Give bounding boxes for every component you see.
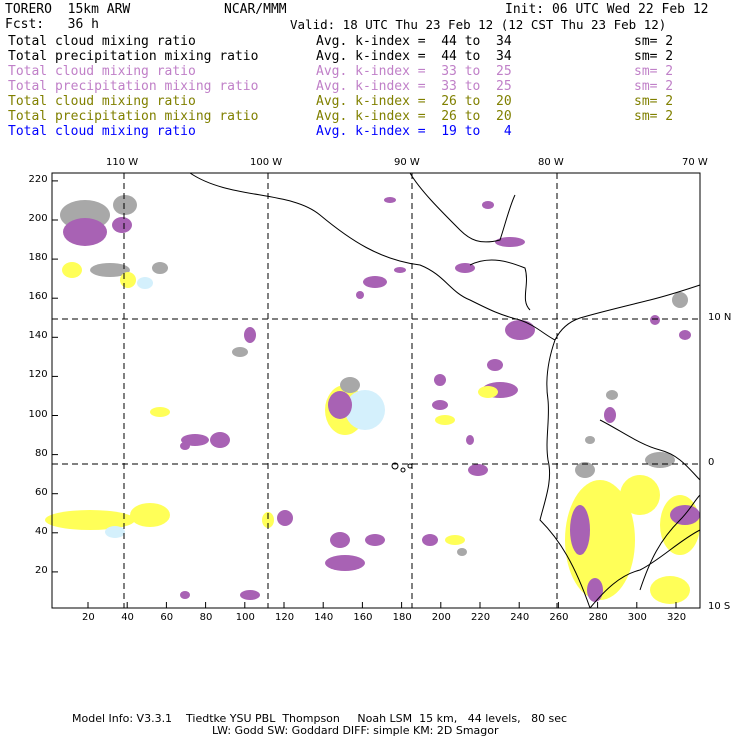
purple-shading-region xyxy=(210,432,230,448)
x-tick-label: 160 xyxy=(353,612,373,623)
y-tick-label: 140 xyxy=(28,330,48,342)
y-tick-label: 40 xyxy=(35,525,48,537)
purple-shading-region xyxy=(570,505,590,555)
yellow-shading-region xyxy=(620,475,660,515)
x-tick-label: 40 xyxy=(121,612,134,623)
gray-shading-region xyxy=(672,292,688,308)
yellow-shading-region xyxy=(62,262,82,278)
gray-shading-region xyxy=(606,390,618,400)
x-tick-label: 280 xyxy=(588,612,608,623)
yellow-shading-region xyxy=(650,576,690,604)
purple-shading-region xyxy=(363,276,387,288)
x-tick-label: 220 xyxy=(471,612,491,623)
yellow-shading-region xyxy=(45,510,135,530)
purple-shading-region xyxy=(466,435,474,445)
purple-shading-region xyxy=(244,327,256,343)
y-tick-label: 20 xyxy=(35,564,48,576)
purple-shading-region xyxy=(328,391,352,419)
y-tick-label: 100 xyxy=(28,408,48,420)
longitude-label: 90 W xyxy=(394,157,420,168)
latitude-label: 10 S xyxy=(708,601,731,612)
cyan-shading-region xyxy=(137,277,153,289)
x-tick-label: 80 xyxy=(199,612,213,623)
longitude-label: 80 W xyxy=(538,157,564,168)
longitude-label: 100 W xyxy=(250,157,283,168)
purple-shading-region xyxy=(587,578,603,602)
gray-shading-region xyxy=(457,548,467,556)
x-tick-label: 120 xyxy=(275,612,295,623)
purple-shading-region xyxy=(330,532,350,548)
latitude-label: 0 xyxy=(708,457,715,468)
cyan-shading-region xyxy=(105,526,125,538)
purple-shading-region xyxy=(482,201,494,209)
purple-shading-region xyxy=(277,510,293,526)
x-tick-label: 20 xyxy=(82,612,95,623)
y-tick-label: 80 xyxy=(35,447,48,459)
y-tick-label: 200 xyxy=(28,213,48,224)
map-plot xyxy=(45,172,701,609)
y-tick-label: 60 xyxy=(35,486,48,498)
purple-shading-region xyxy=(365,534,385,546)
purple-shading-region xyxy=(650,315,660,325)
purple-shading-region xyxy=(240,590,260,600)
purple-shading-region xyxy=(487,359,503,371)
x-tick-label: 60 xyxy=(160,612,174,623)
weather-map-figure: TORERO 15km ARW NCAR/MMM Init: 06 UTC We… xyxy=(0,0,740,740)
x-tick-label: 260 xyxy=(549,612,569,623)
purple-shading-region xyxy=(180,442,190,450)
x-tick-label: 180 xyxy=(392,612,412,623)
purple-shading-region xyxy=(604,407,616,423)
gray-shading-region xyxy=(113,195,137,215)
purple-shading-region xyxy=(325,555,365,571)
yellow-shading-region xyxy=(435,415,455,425)
gray-shading-region xyxy=(232,347,248,357)
purple-shading-region xyxy=(422,534,438,546)
yellow-shading-region xyxy=(120,272,136,288)
field-shading xyxy=(45,195,700,604)
yellow-shading-region xyxy=(660,495,700,555)
yellow-shading-region xyxy=(445,535,465,545)
purple-shading-region xyxy=(468,464,488,476)
latitude-label: 10 N xyxy=(708,312,732,323)
longitude-label: 110 W xyxy=(106,157,139,168)
longitude-label: 70 W xyxy=(682,157,708,168)
yellow-shading-region xyxy=(478,386,498,398)
y-tick-label: 120 xyxy=(28,369,48,381)
purple-shading-region xyxy=(384,197,396,203)
gray-shading-region xyxy=(152,262,168,274)
y-tick-label: 180 xyxy=(28,252,48,264)
purple-shading-region xyxy=(432,400,448,410)
purple-shading-region xyxy=(394,267,406,273)
purple-shading-region xyxy=(63,218,107,246)
purple-shading-region xyxy=(495,237,525,247)
yellow-shading-region xyxy=(150,407,170,417)
purple-shading-region xyxy=(180,591,190,599)
x-tick-label: 100 xyxy=(235,612,255,623)
x-tick-label: 300 xyxy=(627,612,647,623)
purple-shading-region xyxy=(356,291,364,299)
gray-shading-region xyxy=(585,436,595,444)
yellow-shading-region xyxy=(130,503,170,527)
x-tick-label: 320 xyxy=(667,612,687,623)
purple-shading-region xyxy=(112,217,132,233)
model-info-line2: LW: Godd SW: Goddard DIFF: simple KM: 2D… xyxy=(212,724,499,737)
purple-shading-region xyxy=(505,320,535,340)
x-tick-label: 140 xyxy=(314,612,334,623)
purple-shading-region xyxy=(434,374,446,386)
y-tick-label: 220 xyxy=(28,173,48,185)
y-tick-label: 160 xyxy=(28,291,48,303)
purple-shading-region xyxy=(679,330,691,340)
x-tick-label: 200 xyxy=(431,612,451,623)
x-tick-label: 240 xyxy=(510,612,530,623)
gray-shading-region xyxy=(340,377,360,393)
